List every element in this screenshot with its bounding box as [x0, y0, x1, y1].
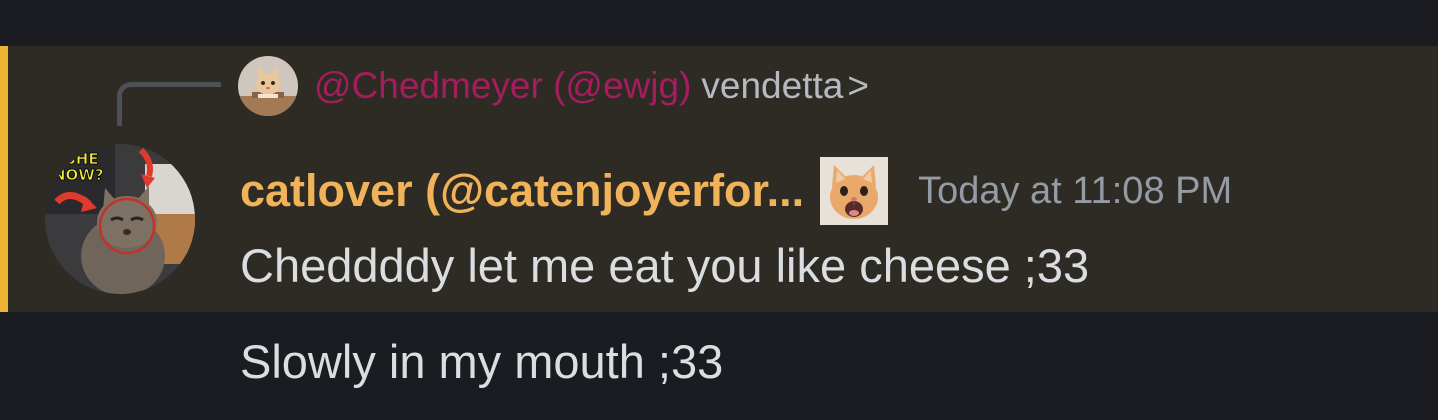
svg-text:NOW?: NOW? [53, 166, 104, 184]
kitten-avatar-icon [238, 56, 298, 116]
message-timestamp[interactable]: Today at 11:08 PM [918, 170, 1232, 213]
mentioned-message-highlight: @Chedmeyer (@ewjg) vendetta > SHE NOW? cat… [0, 46, 1438, 312]
author-name[interactable]: catlover (@catenjoyerfor... [240, 165, 804, 217]
reply-connector-line [117, 82, 221, 126]
message-header: catlover (@catenjoyerfor... Today at 11:… [240, 156, 1232, 226]
author-sticker [820, 157, 889, 225]
reply-author-name[interactable]: @Chedmeyer (@ewjg) [314, 65, 691, 106]
author-avatar[interactable]: SHE NOW? [45, 144, 195, 294]
screaming-kitten-icon [820, 157, 889, 225]
message-text: Cheddddy let me eat you like cheese ;33 [240, 239, 1090, 292]
reply-preview-line[interactable]: @Chedmeyer (@ewjg) vendetta > [314, 62, 869, 110]
cat-meme-avatar-icon: SHE NOW? [45, 144, 195, 294]
mention-highlight-bar [0, 46, 8, 312]
reply-preview-text: vendetta [701, 65, 844, 106]
message-text: Slowly in my mouth ;33 [240, 335, 724, 388]
reply-author-avatar[interactable] [238, 56, 298, 116]
channel-top-area [0, 0, 1438, 46]
chevron-right-icon: > [847, 65, 869, 106]
